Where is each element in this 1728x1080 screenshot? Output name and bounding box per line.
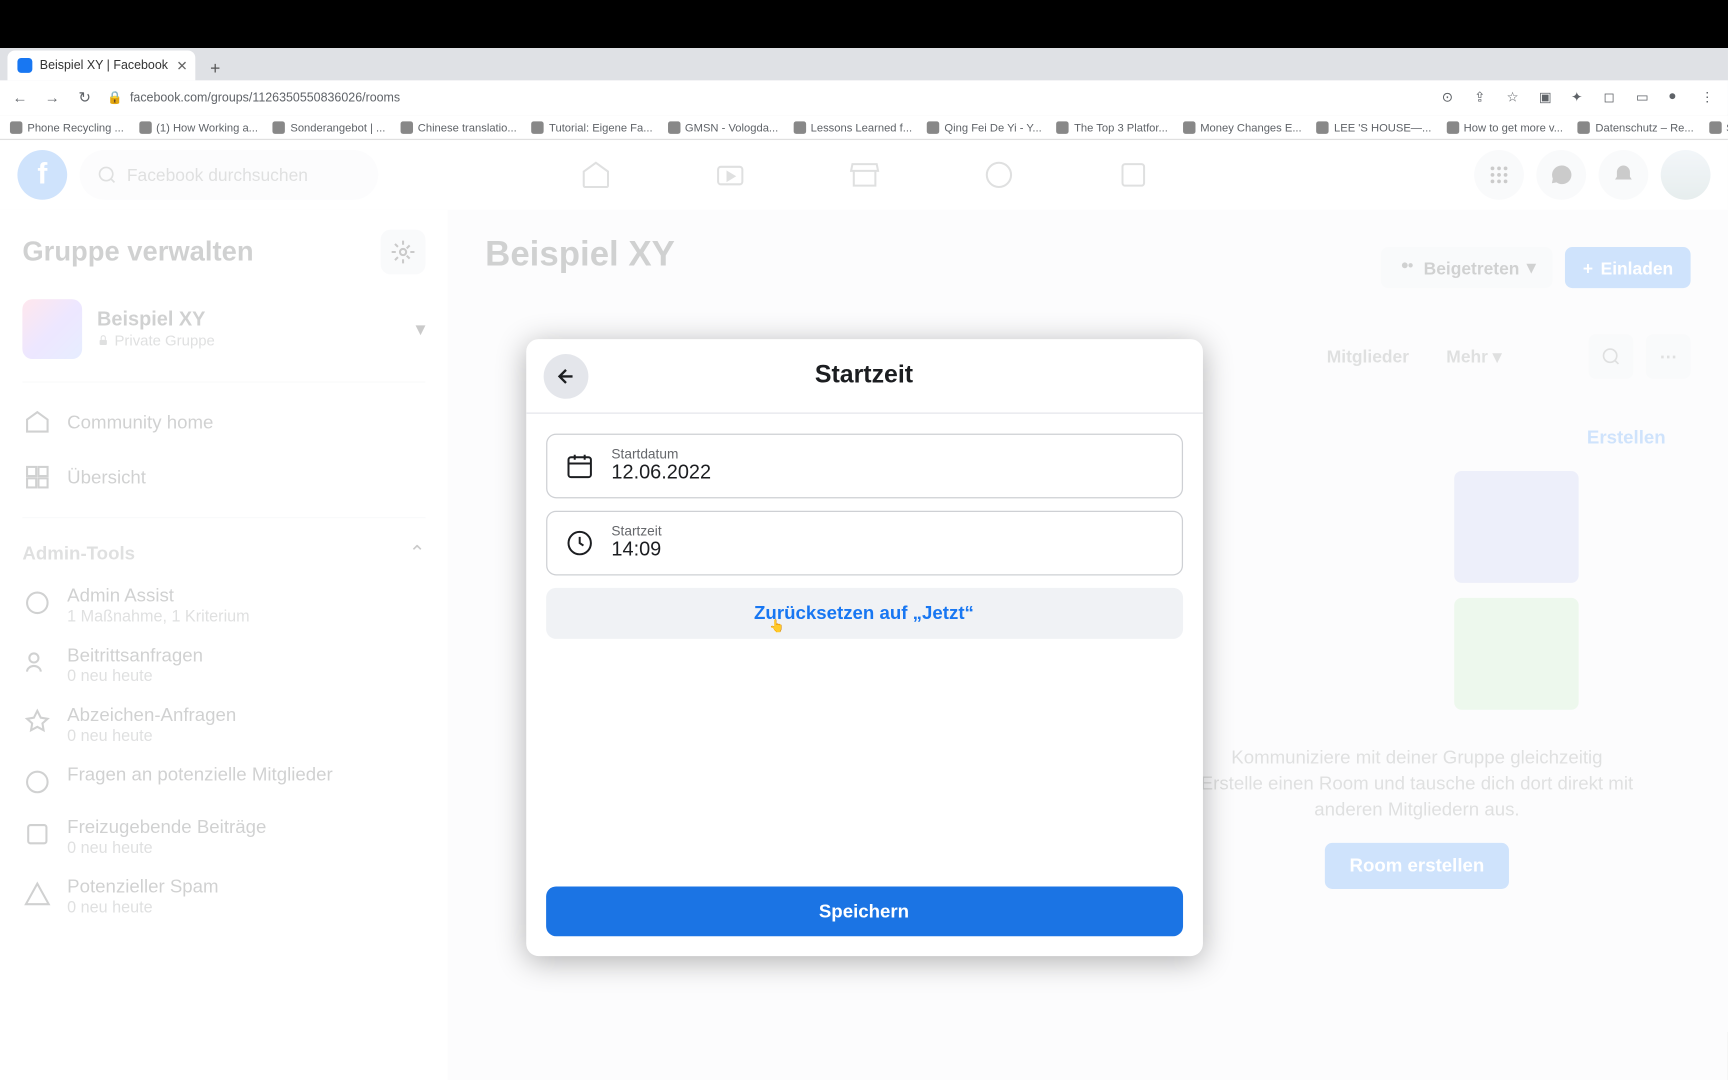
close-icon[interactable]: ✕ xyxy=(176,57,187,73)
profile-icon[interactable]: ● xyxy=(1668,89,1685,106)
save-button[interactable]: Speichern xyxy=(545,886,1182,936)
extension-icon[interactable]: ▭ xyxy=(1636,89,1653,106)
bookmark-item[interactable]: LEE 'S HOUSE—... xyxy=(1317,121,1432,133)
new-tab-button[interactable]: + xyxy=(203,55,228,80)
field-label: Startzeit xyxy=(611,524,1163,539)
field-value: 12.06.2022 xyxy=(611,462,1163,484)
modal-title: Startzeit xyxy=(815,361,913,390)
bookmark-item[interactable]: Student Wants an... xyxy=(1709,121,1728,133)
clock-icon xyxy=(564,528,594,558)
back-button[interactable] xyxy=(543,353,588,398)
extension-icon[interactable]: ▣ xyxy=(1539,89,1556,106)
bookmark-item[interactable]: Qing Fei De Yi - Y... xyxy=(927,121,1042,133)
extension-icon[interactable]: ◻ xyxy=(1604,89,1621,106)
save-label: Speichern xyxy=(819,901,909,922)
field-value: 14:09 xyxy=(611,539,1163,561)
reload-button[interactable]: ↻ xyxy=(75,88,95,108)
cursor-icon: 👆 xyxy=(769,620,784,634)
reset-to-now-button[interactable]: Zurücksetzen auf „Jetzt“ 👆 xyxy=(545,588,1182,639)
bookmark-item[interactable]: Lessons Learned f... xyxy=(793,121,912,133)
starttime-modal: Startzeit Startdatum 12.06.2022 xyxy=(526,339,1203,956)
start-date-field[interactable]: Startdatum 12.06.2022 xyxy=(545,434,1182,499)
search-icon[interactable]: ⊙ xyxy=(1442,89,1459,106)
tab-title: Beispiel XY | Facebook xyxy=(40,59,168,73)
bookmark-item[interactable]: Money Changes E... xyxy=(1183,121,1302,133)
bookmark-item[interactable]: Sonderangebot | ... xyxy=(273,121,385,133)
bookmark-item[interactable]: Tutorial: Eigene Fa... xyxy=(532,121,653,133)
forward-button[interactable]: → xyxy=(42,88,62,108)
lock-icon: 🔒 xyxy=(107,91,122,105)
field-label: Startdatum xyxy=(611,447,1163,462)
bookmark-item[interactable]: GMSN - Vologda... xyxy=(668,121,779,133)
start-time-field[interactable]: Startzeit 14:09 xyxy=(545,511,1182,576)
menu-icon[interactable]: ⋮ xyxy=(1701,89,1718,106)
browser-chrome: Beispiel XY | Facebook ✕ + ← → ↻ 🔒 faceb… xyxy=(0,48,1728,115)
bookmarks-bar: Phone Recycling ... (1) How Working a...… xyxy=(0,115,1728,140)
browser-tab[interactable]: Beispiel XY | Facebook ✕ xyxy=(7,50,195,80)
address-bar[interactable]: 🔒 facebook.com/groups/1126350550836026/r… xyxy=(107,91,1429,105)
facebook-favicon xyxy=(17,58,32,73)
bookmark-item[interactable]: The Top 3 Platfor... xyxy=(1057,121,1168,133)
bookmark-item[interactable]: Chinese translatio... xyxy=(400,121,516,133)
extension-icon[interactable]: ✦ xyxy=(1571,89,1588,106)
arrow-left-icon xyxy=(554,365,576,387)
bookmark-icon[interactable]: ☆ xyxy=(1506,89,1523,106)
bookmark-item[interactable]: How to get more v... xyxy=(1446,121,1563,133)
url-text: facebook.com/groups/1126350550836026/roo… xyxy=(130,91,400,105)
bookmark-item[interactable]: Datenschutz – Re... xyxy=(1578,121,1694,133)
calendar-icon xyxy=(564,451,594,481)
reset-label: Zurücksetzen auf „Jetzt“ xyxy=(754,603,974,624)
bookmark-item[interactable]: (1) How Working a... xyxy=(139,121,258,133)
share-icon[interactable]: ⇪ xyxy=(1474,89,1491,106)
back-button[interactable]: ← xyxy=(10,88,30,108)
bookmark-item[interactable]: Phone Recycling ... xyxy=(10,121,124,133)
